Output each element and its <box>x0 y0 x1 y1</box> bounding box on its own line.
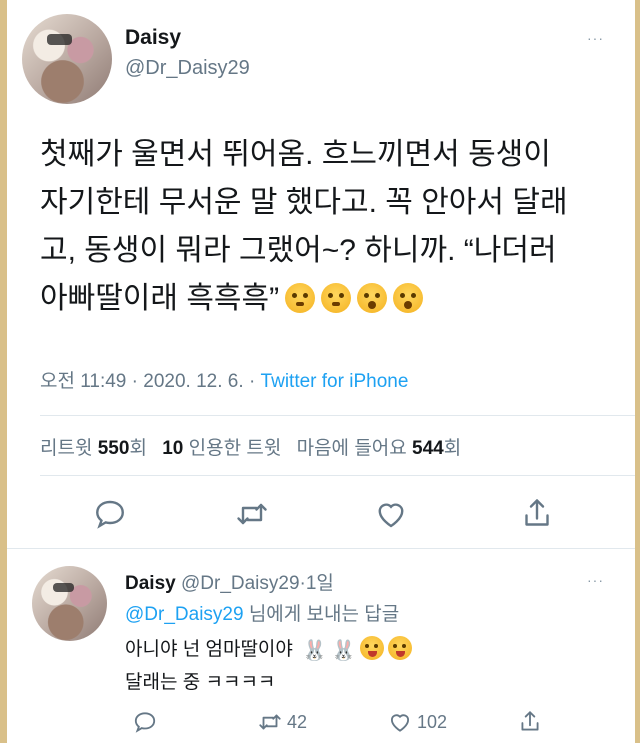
reply-text: 아니야 넌 엄마딸이야 🐰 🐰 달래는 중 ㅋㅋㅋㅋ <box>125 634 412 699</box>
flushed-face-icon <box>285 283 316 313</box>
dizzy-face-icon <box>393 283 424 313</box>
likes-label: 마음에 들어요 <box>296 438 407 459</box>
flushed-face-icon <box>321 283 352 313</box>
photo-frame-right <box>635 0 640 743</box>
reply-text-line2: 달래는 중 ㅋㅋㅋㅋ <box>125 672 276 693</box>
retweet-icon[interactable] <box>234 496 270 532</box>
share-icon <box>521 711 539 731</box>
divider <box>40 415 635 416</box>
quotes-count: 10 <box>162 438 184 459</box>
reply-retweet-button[interactable]: 42 <box>257 708 307 736</box>
tweet-text-line: 아빠딸이래 흑흑흑” <box>40 282 280 315</box>
quotes-stat[interactable]: 10 인용한 트윗 <box>162 438 281 459</box>
reply-text-line1: 아니야 넌 엄마딸이야 <box>125 639 293 660</box>
tweet-actions <box>7 496 635 536</box>
likes-unit: 회 <box>443 438 462 459</box>
author-name[interactable]: Daisy <box>125 26 181 50</box>
like-icon <box>390 714 410 732</box>
tweet-text-line: 고, 동생이 뭐라 그랬어~? 하니까. “나더러 <box>40 234 557 267</box>
author-handle[interactable]: @Dr_Daisy29 <box>125 57 250 80</box>
retweets-stat[interactable]: 리트윗 550회 <box>40 438 147 459</box>
tweet-text-line: 첫째가 울면서 뛰어옴. 흐느끼면서 동생이 <box>40 138 551 171</box>
reply-retweet-count: 42 <box>287 711 308 732</box>
tweet-text-line-last: 아빠딸이래 흑흑흑” <box>40 275 635 323</box>
divider <box>40 475 635 476</box>
tweet-detail: Daisy @Dr_Daisy29 ··· 첫째가 울면서 뛰어옴. 흐느끼면서… <box>7 0 635 743</box>
retweet-icon <box>259 714 281 730</box>
reply-reply-button[interactable] <box>132 708 162 736</box>
reply-like-button[interactable]: 102 <box>387 708 447 736</box>
reply-age: 1일 <box>305 573 334 594</box>
retweets-unit: 회 <box>129 438 147 459</box>
reply-actions: 42 102 <box>7 708 635 738</box>
reply-author-name[interactable]: Daisy <box>125 573 176 594</box>
reply-author-handle[interactable]: @Dr_Daisy29 <box>181 573 300 594</box>
reply-like-count: 102 <box>417 711 448 732</box>
likes-stat[interactable]: 마음에 들어요 544회 <box>297 438 462 459</box>
meta-separator: · <box>131 371 138 392</box>
tweet-stats: 리트윗 550회 10 인용한 트윗 마음에 들어요 544회 <box>40 433 461 460</box>
zany-face-icon <box>359 636 384 660</box>
replying-to-mention[interactable]: @Dr_Daisy29 <box>125 604 244 625</box>
tweet-text: 첫째가 울면서 뛰어옴. 흐느끼면서 동생이 자기한테 무서운 말 했다고. 꼭… <box>40 131 635 323</box>
reply-text-line: 아니야 넌 엄마딸이야 🐰 🐰 <box>125 634 412 667</box>
rabbit-face-icon: 🐰 <box>302 640 328 662</box>
dizzy-face-icon <box>357 283 388 313</box>
like-icon[interactable] <box>373 496 409 532</box>
tweet-source-link[interactable]: Twitter for iPhone <box>261 371 409 392</box>
photo-frame-left <box>0 0 7 743</box>
tweet-time: 오전 11:49 <box>40 371 127 392</box>
replying-to: @Dr_Daisy29 님에게 보내는 답글 <box>125 599 399 626</box>
reply-author-avatar[interactable] <box>32 566 107 641</box>
likes-count: 544 <box>412 438 444 459</box>
quotes-label: 인용한 트윗 <box>188 438 282 459</box>
meta-separator: · <box>248 371 256 392</box>
reply-header: Daisy @Dr_Daisy29·1일 <box>125 568 334 595</box>
reply-icon <box>134 712 156 733</box>
author-avatar[interactable] <box>22 14 112 104</box>
reply-more-options-icon[interactable]: ··· <box>587 572 604 588</box>
divider <box>7 548 635 549</box>
reply-icon[interactable] <box>92 496 128 532</box>
tweet-date: 2020. 12. 6. <box>143 371 244 392</box>
zany-face-icon <box>387 636 412 660</box>
replying-to-suffix: 님에게 보내는 답글 <box>248 604 400 625</box>
tweet-meta: 오전 11:49 · 2020. 12. 6. · Twitter for iP… <box>40 366 408 393</box>
retweets-label: 리트윗 <box>40 438 93 459</box>
retweets-count: 550 <box>97 438 130 459</box>
reply-share-button[interactable] <box>517 708 547 736</box>
share-icon[interactable] <box>519 496 555 532</box>
rabbit-face-icon: 🐰 <box>331 640 356 662</box>
tweet-text-line: 자기한테 무서운 말 했다고. 꼭 안아서 달래 <box>40 186 568 219</box>
more-options-icon[interactable]: ··· <box>587 30 604 46</box>
